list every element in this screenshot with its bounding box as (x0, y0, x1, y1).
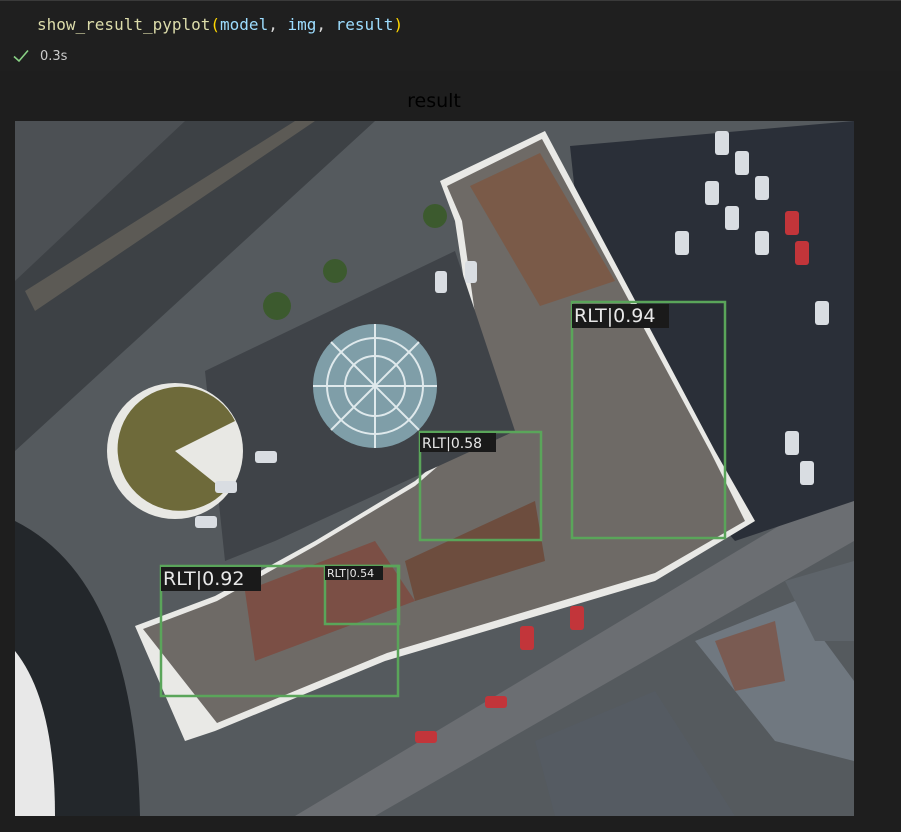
tree (263, 292, 291, 320)
checkmark-icon (13, 49, 29, 63)
execution-status: 0.3s (12, 46, 67, 66)
bbox-label: RLT|0.92 (163, 568, 244, 590)
bbox-label: RLT|0.58 (422, 436, 482, 452)
bbox-label: RLT|0.94 (574, 305, 655, 327)
tree (323, 259, 347, 283)
close-paren: ) (393, 15, 404, 34)
code-line[interactable]: show_result_pyplot(model, img, result) (37, 15, 403, 34)
open-paren: ( (210, 15, 221, 34)
bbox-label: RLT|0.54 (327, 567, 374, 580)
detection-plot: RLT|0.94 RLT|0.58 RLT|0.92 RLT|0.54 (15, 121, 854, 816)
tree (423, 204, 447, 228)
arg-model: model (220, 15, 269, 34)
function-name: show_result_pyplot (37, 15, 211, 34)
execution-time: 0.3s (40, 48, 68, 64)
code-cell[interactable]: show_result_pyplot(model, img, result) 0… (0, 0, 901, 72)
arg-result: result (335, 15, 394, 34)
satellite-image: RLT|0.94 RLT|0.58 RLT|0.92 RLT|0.54 (15, 121, 854, 816)
plot-title: result (407, 90, 461, 112)
comma: , (316, 15, 336, 34)
comma: , (268, 15, 288, 34)
arg-img: img (287, 15, 317, 34)
